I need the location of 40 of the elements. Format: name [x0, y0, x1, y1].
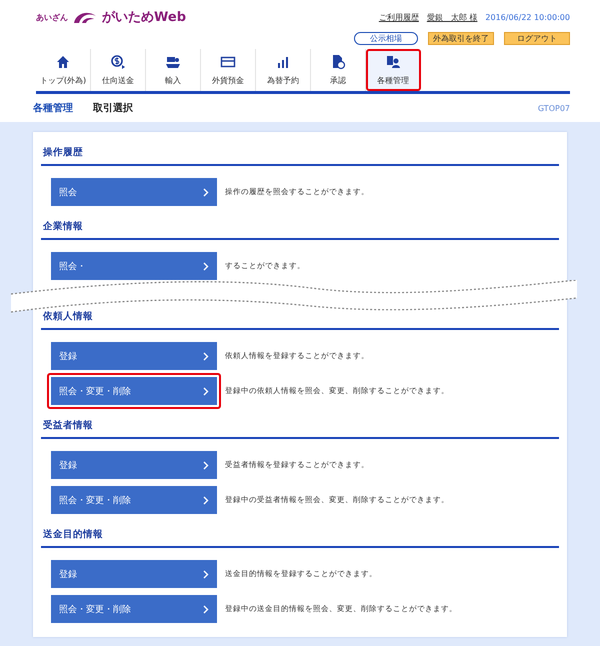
- screen-id: GTOP07: [538, 104, 570, 112]
- action-button[interactable]: 登録: [51, 560, 217, 588]
- section-heading: 受益者情報: [41, 413, 559, 439]
- action-button[interactable]: 照会・: [51, 252, 217, 280]
- ship-icon: [165, 54, 181, 70]
- action-button[interactable]: 照会・変更・削除: [47, 373, 221, 409]
- action-button[interactable]: 照会・変更・削除: [51, 595, 217, 623]
- logo-swirl-icon: [72, 10, 98, 24]
- chevron-icon: [203, 460, 209, 470]
- action-button[interactable]: 照会: [51, 178, 217, 206]
- section-heading: 企業情報: [41, 214, 559, 240]
- bar-chart-icon: [275, 54, 291, 70]
- action-button[interactable]: 照会・変更・削除: [51, 486, 217, 514]
- section-heading: 操作履歴: [41, 140, 559, 166]
- rates-button[interactable]: 公示相場: [354, 32, 418, 45]
- header-button[interactable]: ログアウト: [504, 32, 570, 45]
- card-icon: [220, 54, 236, 70]
- breadcrumb-section: 各種管理: [33, 101, 73, 115]
- home-icon: [55, 54, 71, 70]
- section-heading: 依頼人情報: [41, 304, 559, 330]
- datetime-text: 2016/06/22 10:00:00: [485, 12, 570, 22]
- page-title: 取引選択: [93, 102, 133, 115]
- chevron-icon: [203, 188, 209, 196]
- chevron-icon: [203, 262, 209, 270]
- logo-small-text: あいざん: [36, 12, 68, 22]
- chevron-icon: [203, 386, 209, 396]
- header-link[interactable]: 愛銀 太郎 様: [426, 12, 478, 22]
- document-icon: [330, 54, 346, 70]
- chevron-icon: [203, 604, 209, 614]
- nav-tab[interactable]: 各種管理: [366, 49, 421, 91]
- action-button[interactable]: 登録: [51, 451, 217, 479]
- person-document-icon: [385, 54, 401, 70]
- action-button[interactable]: 登録: [51, 342, 217, 370]
- header-button[interactable]: 外為取引を終了: [428, 32, 494, 45]
- chevron-icon: [203, 570, 209, 578]
- header-link[interactable]: ご利用履歴: [378, 12, 419, 22]
- section-heading: 送金目的情報: [41, 522, 559, 548]
- chevron-icon: [203, 496, 209, 504]
- logo-text: がいためWeb: [102, 9, 186, 26]
- chevron-icon: [203, 352, 209, 360]
